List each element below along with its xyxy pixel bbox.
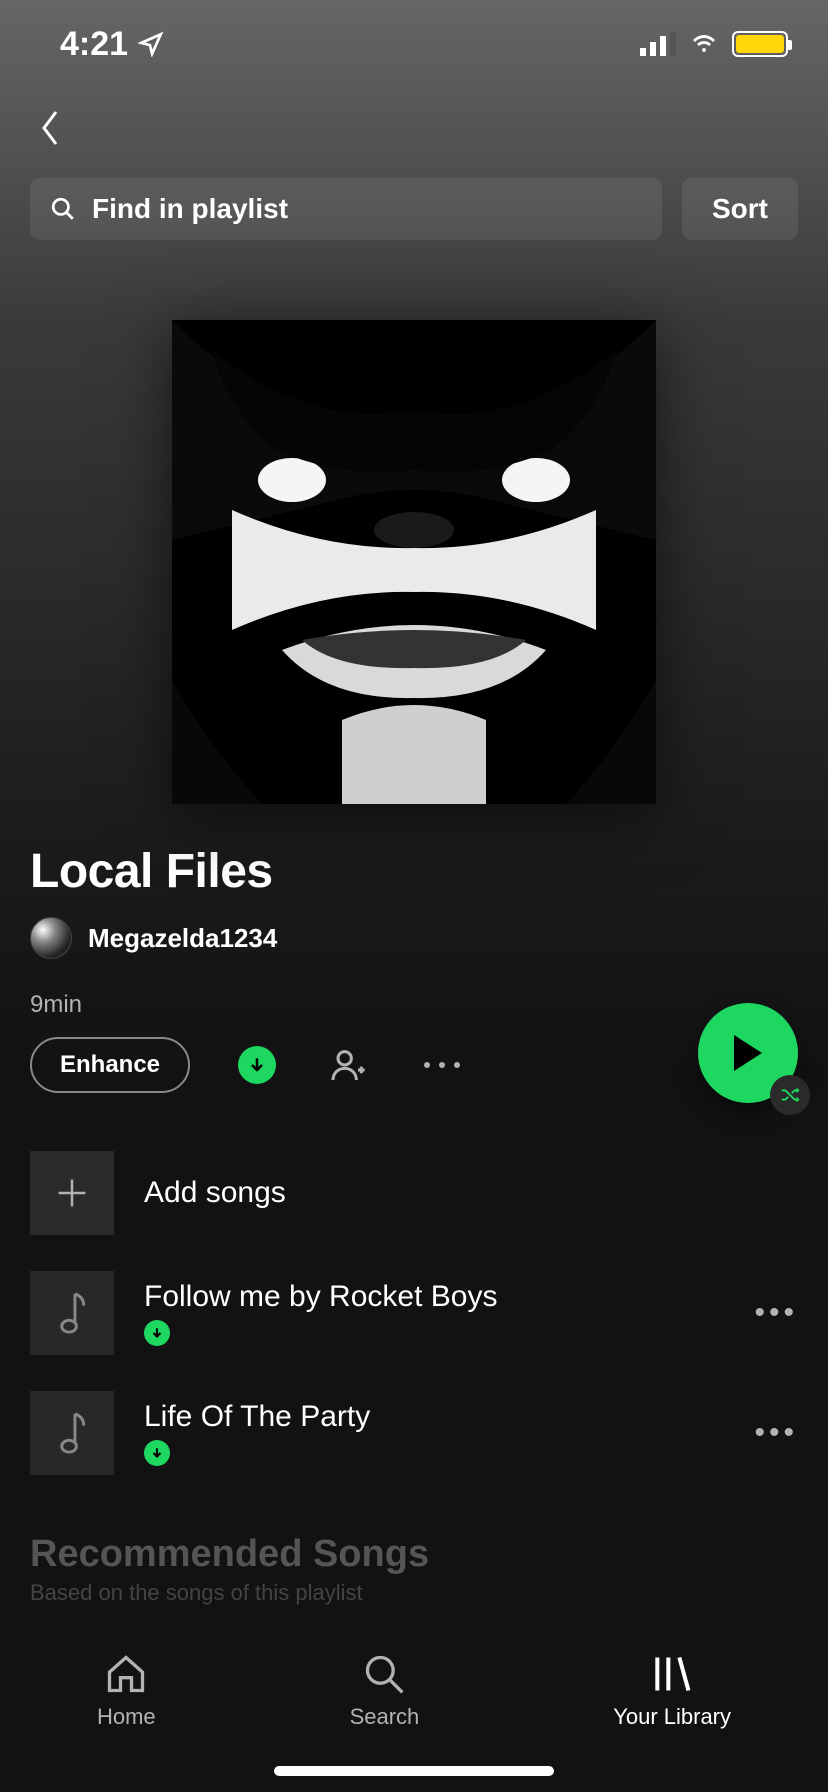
- nav-search[interactable]: Search: [350, 1652, 420, 1730]
- shuffle-icon: [779, 1084, 801, 1106]
- enhance-label: Enhance: [60, 1051, 160, 1078]
- search-box[interactable]: [30, 178, 662, 240]
- cellular-icon: [640, 32, 676, 56]
- recommended-subtitle: Based on the songs of this playlist: [30, 1580, 798, 1606]
- track-row[interactable]: Life Of The Party •••: [30, 1373, 798, 1493]
- add-songs-label: Add songs: [144, 1176, 286, 1210]
- track-thumb: [30, 1391, 114, 1475]
- location-icon: [138, 31, 164, 57]
- more-icon: [422, 1060, 462, 1070]
- download-icon: [150, 1326, 164, 1340]
- owner-name: Megazelda1234: [88, 923, 277, 954]
- status-bar: 4:21: [0, 0, 828, 88]
- download-icon: [150, 1446, 164, 1460]
- home-indicator[interactable]: [274, 1766, 554, 1776]
- recommended-section: Recommended Songs Based on the songs of …: [0, 1493, 828, 1606]
- more-button[interactable]: [420, 1043, 464, 1087]
- enhance-button[interactable]: Enhance: [30, 1037, 190, 1093]
- sort-button[interactable]: Sort: [682, 178, 798, 240]
- track-row[interactable]: Follow me by Rocket Boys •••: [30, 1253, 798, 1373]
- add-songs-row[interactable]: Add songs: [30, 1133, 798, 1253]
- sort-label: Sort: [712, 193, 768, 225]
- search-icon: [362, 1652, 406, 1696]
- status-time: 4:21: [60, 25, 128, 64]
- music-note-icon: [54, 1411, 90, 1455]
- search-icon: [50, 196, 76, 222]
- track-thumb: [30, 1271, 114, 1355]
- track-title: Follow me by Rocket Boys: [144, 1280, 497, 1314]
- shuffle-button[interactable]: [770, 1075, 810, 1115]
- library-icon: [650, 1652, 694, 1696]
- download-icon: [247, 1055, 267, 1075]
- nav-search-label: Search: [350, 1704, 420, 1730]
- playlist-title: Local Files: [30, 844, 798, 899]
- owner-avatar: [30, 917, 72, 959]
- chevron-left-icon: [38, 108, 62, 148]
- battery-icon: [732, 31, 788, 57]
- nav-library-label: Your Library: [613, 1704, 731, 1730]
- nav-library[interactable]: Your Library: [613, 1652, 731, 1730]
- music-note-icon: [54, 1291, 90, 1335]
- nav-home-label: Home: [97, 1704, 156, 1730]
- download-button[interactable]: [238, 1046, 276, 1084]
- back-button[interactable]: [30, 108, 70, 148]
- track-more-button[interactable]: •••: [748, 1416, 798, 1450]
- add-songs-thumb: [30, 1151, 114, 1235]
- search-input[interactable]: [92, 193, 642, 225]
- owner-row[interactable]: Megazelda1234: [30, 917, 798, 959]
- plus-icon: [52, 1173, 92, 1213]
- wifi-icon: [688, 32, 720, 56]
- track-downloaded-badge: [144, 1320, 170, 1346]
- add-user-icon: [328, 1045, 368, 1085]
- track-title: Life Of The Party: [144, 1400, 370, 1434]
- nav-home[interactable]: Home: [97, 1652, 156, 1730]
- playlist-cover[interactable]: [172, 320, 656, 804]
- add-user-button[interactable]: [326, 1043, 370, 1087]
- bottom-nav: Home Search Your Library: [0, 1622, 828, 1792]
- home-icon: [104, 1652, 148, 1696]
- playlist-duration: 9min: [30, 991, 798, 1019]
- track-downloaded-badge: [144, 1440, 170, 1466]
- recommended-title: Recommended Songs: [30, 1533, 798, 1576]
- track-more-button[interactable]: •••: [748, 1296, 798, 1330]
- play-icon: [730, 1033, 766, 1073]
